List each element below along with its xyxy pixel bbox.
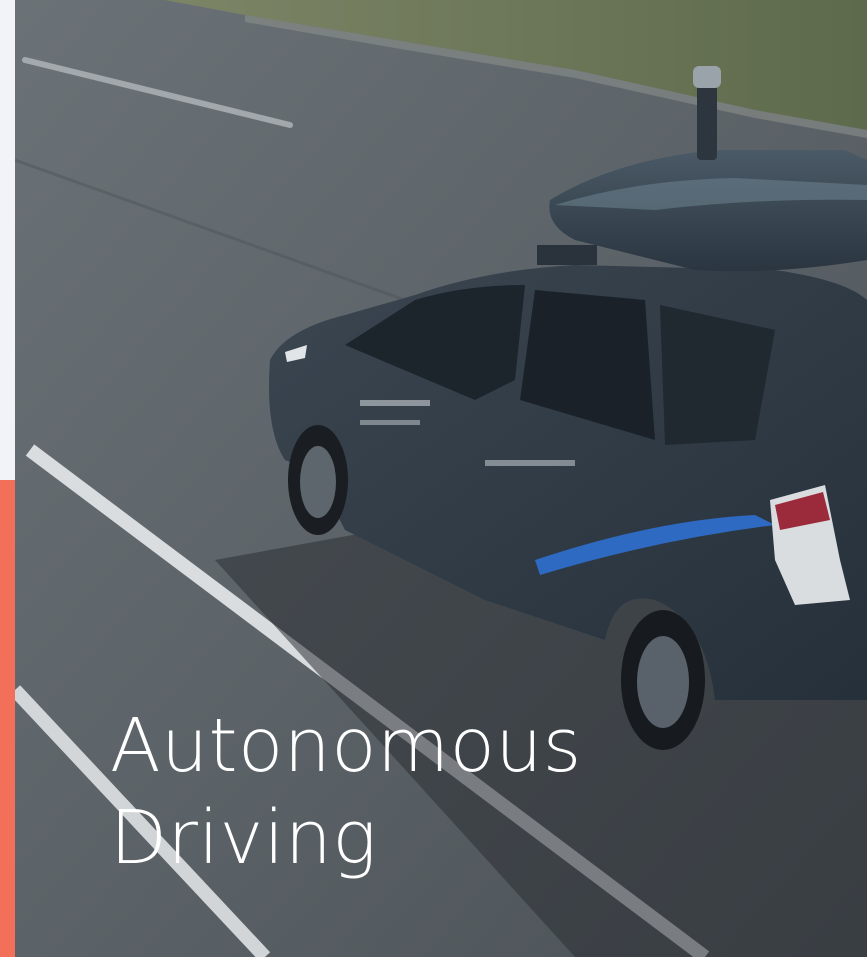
hero-title-line-2: Driving bbox=[110, 795, 378, 881]
side-strip bbox=[0, 0, 15, 957]
hero-title-line-1: Autonomous bbox=[110, 703, 582, 789]
accent-bar bbox=[0, 480, 15, 957]
side-strip-top bbox=[0, 0, 15, 480]
page: Autonomous Driving bbox=[0, 0, 867, 957]
hero-image: Autonomous Driving bbox=[15, 0, 867, 957]
hero-title: Autonomous Driving bbox=[110, 700, 582, 884]
